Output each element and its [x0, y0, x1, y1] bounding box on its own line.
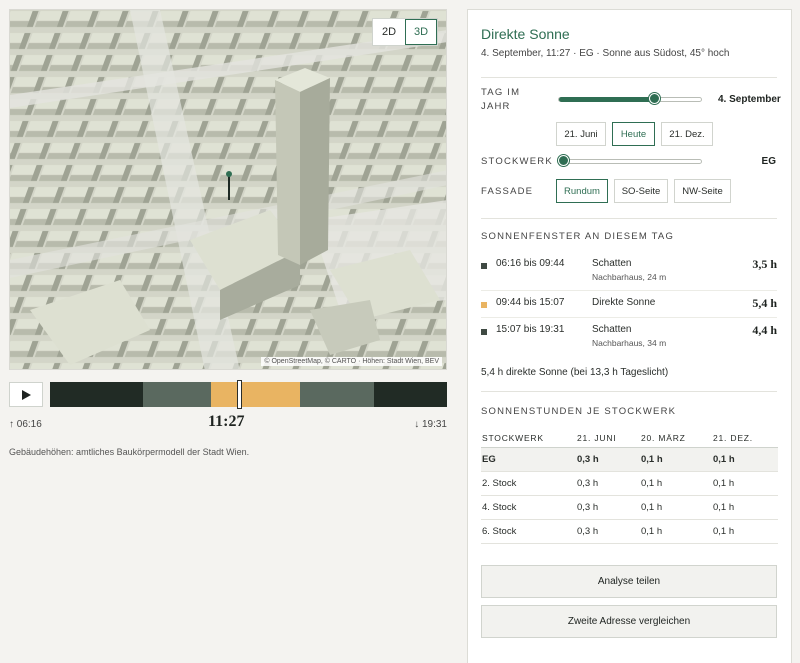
sun-windows-heading: SONNENFENSTER AN DIESEM TAG: [481, 231, 675, 242]
table-cell: 0,3 h: [577, 495, 641, 520]
table-row[interactable]: 4. Stock 0,3 h 0,1 h 0,1 h: [481, 495, 778, 520]
sun-window-row: 15:07 bis 19:31 Schatten Nachbarhaus, 34…: [481, 320, 777, 352]
day-label-line2: JAHR: [481, 101, 511, 112]
window-range: 09:44 bis 15:07: [496, 297, 565, 308]
play-icon: [21, 389, 31, 400]
compare-address-button[interactable]: Zweite Adresse vergleichen: [481, 605, 777, 638]
timeline-handle[interactable]: [236, 380, 242, 409]
share-analysis-button[interactable]: Analyse teilen: [481, 565, 777, 598]
sun-analysis-panel: Direkte Sonne 4. September, 11:27 · EG ·…: [467, 9, 792, 663]
day-slider-fill: [559, 97, 655, 102]
window-detail: Nachbarhaus, 34 m: [592, 338, 667, 348]
timeline-segment: [210, 382, 301, 407]
window-range: 06:16 bis 09:44: [496, 258, 565, 269]
facade-label: FASSADE: [481, 186, 534, 197]
window-kind: Schatten: [592, 324, 632, 335]
window-kind: Direkte Sonne: [592, 297, 656, 308]
table-cell: 0,1 h: [713, 495, 778, 520]
window-range: 15:07 bis 19:31: [496, 324, 565, 335]
table-cell: 0,1 h: [641, 495, 713, 520]
table-cell: 6. Stock: [481, 519, 577, 544]
data-source-note: Gebäudehöhen: amtliches Baukörpermodell …: [9, 447, 250, 457]
panel-subtitle: 4. September, 11:27 · EG · Sonne aus Süd…: [481, 48, 730, 59]
facade-button-rundum[interactable]: Rundum: [556, 179, 608, 203]
timeline-segment: [143, 382, 211, 407]
current-time: 11:27: [208, 413, 245, 430]
col-header: 21. JUNI: [577, 429, 641, 448]
col-header: STOCKWERK: [481, 429, 577, 448]
day-timeline-scrubber[interactable]: [50, 380, 447, 409]
timeline-segment: [300, 382, 374, 407]
table-cell: 2. Stock: [481, 471, 577, 496]
sunset-time: ↓ 19:31: [414, 419, 447, 430]
city-3d-render: [10, 10, 446, 369]
col-header: 21. DEZ.: [713, 429, 778, 448]
table-row[interactable]: 2. Stock 0,3 h 0,1 h 0,1 h: [481, 471, 778, 496]
row-separator: [481, 317, 777, 318]
play-button[interactable]: [9, 382, 43, 407]
table-cell: 0,1 h: [713, 471, 778, 496]
day-slider-thumb[interactable]: [649, 93, 661, 104]
table-cell: 0,3 h: [577, 471, 641, 496]
floor-sun-table: STOCKWERK 21. JUNI 20. MÄRZ 21. DEZ. EG …: [481, 429, 778, 544]
window-kind: Schatten: [592, 258, 632, 269]
sun-window-row: 06:16 bis 09:44 Schatten Nachbarhaus, 24…: [481, 254, 777, 286]
floor-label: STOCKWERK: [481, 156, 553, 167]
table-row[interactable]: 6. Stock 0,3 h 0,1 h 0,1 h: [481, 519, 778, 544]
view-2d-button[interactable]: 2D: [373, 19, 405, 45]
row-separator: [481, 290, 777, 291]
window-duration: 5,4 h: [752, 296, 777, 310]
view-toggle: 2D 3D: [372, 18, 438, 46]
floor-slider[interactable]: [558, 155, 702, 166]
map-3d-view[interactable]: 2D 3D © OpenStreetMap, © CARTO · Höhen: …: [9, 9, 447, 370]
shadow-swatch: [481, 329, 487, 335]
divider: [481, 391, 777, 392]
floor-value: EG: [761, 156, 776, 167]
table-cell: 0,3 h: [577, 447, 641, 472]
day-slider[interactable]: [558, 93, 702, 104]
day-button-21-dez[interactable]: 21. Dez.: [661, 122, 713, 146]
facade-button-so-seite[interactable]: SO-Seite: [614, 179, 668, 203]
window-duration: 3,5 h: [752, 257, 777, 271]
day-button-21-juni[interactable]: 21. Juni: [556, 122, 606, 146]
sunrise-time: ↑ 06:16: [9, 419, 42, 430]
facade-button-nw-seite[interactable]: NW-Seite: [674, 179, 731, 203]
day-label-line1: TAG IM: [481, 87, 521, 98]
table-row[interactable]: EG 0,3 h 0,1 h 0,1 h: [481, 447, 778, 472]
sun-swatch: [481, 302, 487, 308]
table-cell: 4. Stock: [481, 495, 577, 520]
map-attribution: © OpenStreetMap, © CARTO · Höhen: Stadt …: [261, 357, 442, 366]
table-cell: 0,1 h: [641, 471, 713, 496]
divider: [481, 218, 777, 219]
divider: [481, 77, 777, 78]
floors-heading: SONNENSTUNDEN JE STOCKWERK: [481, 406, 677, 417]
table-cell: 0,1 h: [713, 447, 778, 472]
floor-slider-thumb[interactable]: [558, 155, 569, 166]
table-cell: 0,1 h: [641, 519, 713, 544]
table-cell: 0,3 h: [577, 519, 641, 544]
table-cell: 0,1 h: [713, 519, 778, 544]
shadow-swatch: [481, 263, 487, 269]
panel-title: Direkte Sonne: [481, 26, 570, 42]
window-duration: 4,4 h: [752, 323, 777, 337]
view-3d-button[interactable]: 3D: [405, 19, 437, 45]
window-detail: Nachbarhaus, 24 m: [592, 272, 667, 282]
day-value: 4. September: [718, 94, 781, 105]
sun-summary: 5,4 h direkte Sonne (bei 13,3 h Tageslic…: [481, 367, 669, 378]
timeline-segment: [373, 382, 447, 407]
table-cell: 0,1 h: [641, 447, 713, 472]
timeline-segment: [50, 382, 144, 407]
col-header: 20. MÄRZ: [641, 429, 713, 448]
day-button-heute[interactable]: Heute: [612, 122, 655, 146]
table-header-row: STOCKWERK 21. JUNI 20. MÄRZ 21. DEZ.: [481, 429, 778, 448]
table-cell: EG: [481, 447, 577, 472]
